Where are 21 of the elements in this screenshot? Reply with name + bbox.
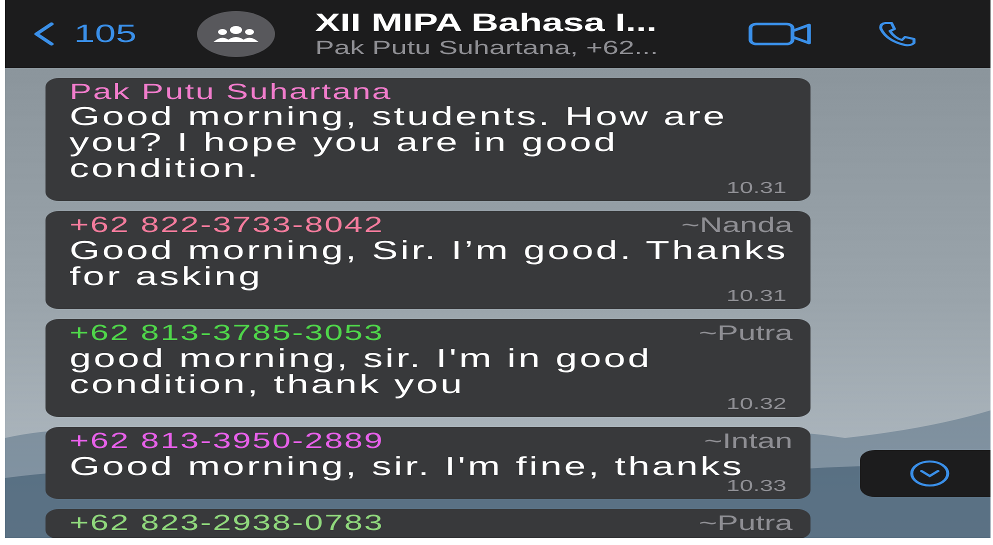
sender-alias: ~Nanda xyxy=(681,215,792,237)
sender-alias: ~Intan xyxy=(704,431,792,453)
message-text: Good morning, Sir. I’m good. Thanks for asking xyxy=(70,237,789,289)
message-time: 10.33 xyxy=(726,479,786,495)
sender-alias: ~Putra xyxy=(698,323,792,345)
message-text: Good morning, sir. I'm fine, thanks xyxy=(70,453,744,479)
group-name[interactable]: XII MIPA Bahasa I... xyxy=(315,8,720,38)
sender-name: Pak Putu Suhartana xyxy=(70,81,392,103)
message-time: 10.32 xyxy=(726,397,786,413)
message-text: Good morning, students. How are you? I hope you are in good condition. xyxy=(70,103,728,181)
message-time: 10.31 xyxy=(726,289,786,305)
sender-name: +62 823-2938-0783 xyxy=(70,512,384,534)
sender-name: +62 813-3785-3053 xyxy=(70,322,384,344)
message-time: 10.31 xyxy=(726,181,786,197)
message-text: good morning, sir. I'm in good condition, thank you xyxy=(70,345,653,397)
back-button[interactable]: 105 xyxy=(32,20,137,48)
group-members[interactable]: Pak Putu Suhartana, +62... xyxy=(315,38,720,60)
sender-name: +62 822-3733-8042 xyxy=(70,214,384,236)
sender-name: +62 813-3950-2889 xyxy=(70,430,384,452)
unread-count[interactable]: 105 xyxy=(74,20,137,48)
sender-alias: ~Putra xyxy=(698,513,792,535)
